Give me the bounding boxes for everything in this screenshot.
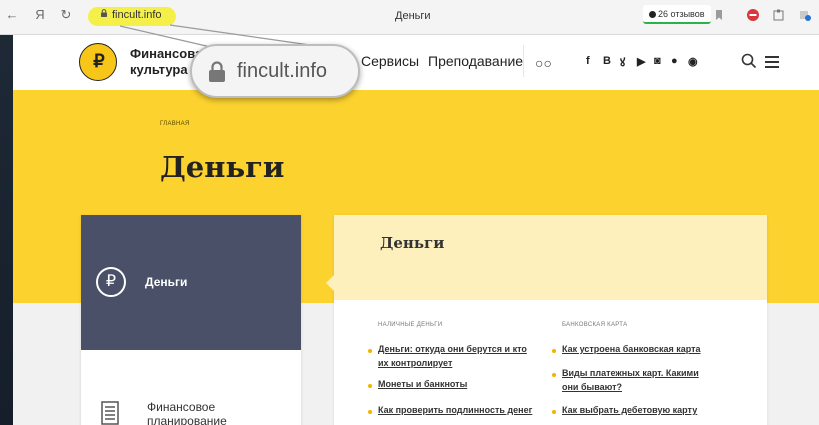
browser-toolbar: ← Я ↻ fincult.info Деньги 26 отзывов: [0, 0, 819, 35]
menu-item-line-2: планирование: [147, 414, 227, 425]
reviews-badge[interactable]: 26 отзывов: [643, 5, 711, 24]
link-line-1: Как устроена банковская карта: [562, 344, 701, 354]
bullet-icon: [552, 373, 556, 377]
site-header: ₽ Финансовая культура Сервисы Преподаван…: [13, 35, 819, 90]
tab-title: Деньги: [395, 10, 431, 22]
link-line-2: их контролирует: [378, 358, 453, 368]
adblock-icon[interactable]: [746, 8, 760, 22]
link-line-2: они бывают?: [562, 382, 622, 392]
content-header: Деньги: [326, 215, 767, 300]
article-link-authenticity[interactable]: Как проверить подлинность денег: [378, 403, 532, 417]
category-menu: ₽ Деньги Финансовое планирование: [81, 215, 301, 425]
search-icon[interactable]: [740, 52, 758, 70]
back-icon[interactable]: ←: [4, 7, 20, 23]
bullet-icon: [552, 410, 556, 414]
facebook-icon[interactable]: f: [586, 55, 590, 67]
link-line-1: Как проверить подлинность денег: [378, 405, 533, 415]
speech-bubble-icon: [649, 11, 656, 19]
article-link-money-origin[interactable]: Деньги: откуда они берутся и кто их конт…: [378, 342, 527, 370]
lock-icon: [209, 61, 225, 82]
hamburger-menu-icon[interactable]: [765, 56, 779, 68]
menu-item-line-1: Финансовое: [147, 400, 216, 414]
bookmark-icon[interactable]: [712, 8, 726, 22]
article-link-card-types[interactable]: Виды платежных карт. Какими они бывают?: [562, 366, 699, 394]
url-magnifier-callout: fincult.info: [190, 44, 360, 98]
menu-item-money-label: Деньги: [145, 275, 188, 289]
ruble-coin-logo-icon[interactable]: ₽: [79, 43, 117, 81]
ruble-icon: ₽: [96, 267, 126, 297]
yandex-icon[interactable]: Я: [32, 7, 48, 23]
page-title: Деньги: [160, 150, 285, 184]
nav-item-teaching[interactable]: Преподавание: [428, 53, 523, 69]
bullet-icon: [368, 349, 372, 353]
bullet-icon: [368, 410, 372, 414]
bullet-icon: [368, 384, 372, 388]
lock-icon: [101, 9, 107, 17]
accessibility-glasses-icon[interactable]: ○○: [535, 55, 552, 71]
telegram-icon[interactable]: ◉: [688, 55, 698, 68]
vk-icon[interactable]: B: [603, 55, 611, 67]
downloads-icon[interactable]: [798, 8, 812, 22]
content-panel: Деньги НАЛИЧНЫЕ ДЕНЬГИ БАНКОВСКАЯ КАРТА …: [326, 215, 767, 425]
address-bar-url[interactable]: fincult.info: [112, 9, 162, 21]
article-link-card-structure[interactable]: Как устроена банковская карта: [562, 342, 701, 356]
menu-item-financial-planning[interactable]: Финансовое планирование: [147, 400, 227, 425]
bullet-icon: [552, 349, 556, 353]
article-link-coins[interactable]: Монеты и банкноты: [378, 377, 467, 391]
instagram-icon[interactable]: ◙: [654, 55, 661, 67]
menu-item-money[interactable]: ₽ Деньги: [81, 215, 301, 350]
web-page: ₽ Финансовая культура Сервисы Преподаван…: [13, 35, 819, 425]
section-heading-cash: НАЛИЧНЫЕ ДЕНЬГИ: [378, 322, 443, 328]
section-heading-bank-card: БАНКОВСКАЯ КАРТА: [562, 322, 628, 328]
link-line-1: Виды платежных карт. Какими: [562, 368, 699, 378]
article-link-debit-card[interactable]: Как выбрать дебетовую карту: [562, 403, 697, 417]
livejournal-icon[interactable]: ●: [671, 55, 678, 67]
content-title: Деньги: [380, 234, 445, 252]
nav-divider: [523, 45, 524, 77]
link-line-1: Как выбрать дебетовую карту: [562, 405, 698, 415]
reviews-count: 26 отзывов: [658, 9, 705, 19]
link-line-1: Деньги: откуда они берутся и кто: [378, 344, 527, 354]
extension-icon[interactable]: [772, 8, 786, 22]
odnoklassniki-icon[interactable]: ꙋ: [620, 55, 625, 70]
reload-icon[interactable]: ↻: [58, 7, 74, 23]
nav-item-services[interactable]: Сервисы: [361, 53, 419, 69]
document-icon: [101, 401, 119, 425]
magnified-url: fincult.info: [237, 60, 328, 82]
breadcrumb[interactable]: ГЛАВНАЯ: [160, 121, 190, 127]
link-line-1: Монеты и банкноты: [378, 379, 468, 389]
logo-symbol: ₽: [93, 51, 105, 71]
youtube-icon[interactable]: ▶: [637, 55, 645, 68]
